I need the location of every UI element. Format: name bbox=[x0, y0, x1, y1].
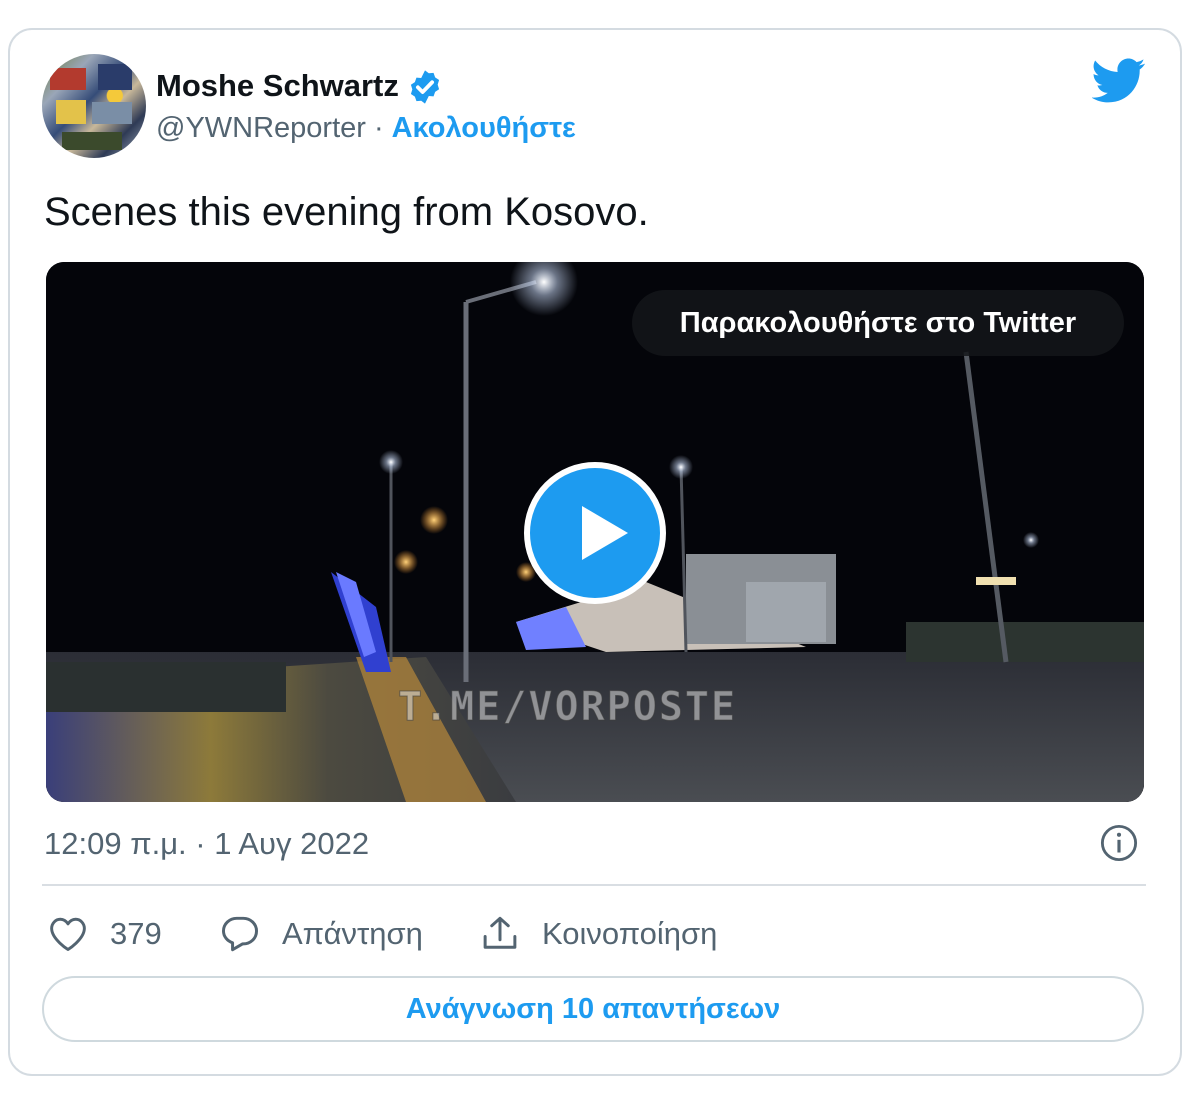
author-name[interactable]: Moshe Schwartz bbox=[156, 68, 399, 104]
tweet-timestamp[interactable]: 12:09 π.μ. · 1 Αυγ 2022 bbox=[44, 826, 369, 862]
share-icon bbox=[483, 916, 517, 949]
verified-badge-icon bbox=[410, 70, 440, 104]
play-icon bbox=[582, 506, 628, 560]
share-action[interactable]: Κοινοποίηση bbox=[480, 912, 717, 956]
like-count: 379 bbox=[110, 916, 162, 951]
twitter-bird-icon[interactable] bbox=[1092, 58, 1146, 104]
author-handle[interactable]: @YWNReporter bbox=[156, 112, 366, 144]
like-action[interactable]: 379 bbox=[48, 912, 162, 956]
separator-dot: · bbox=[373, 112, 384, 144]
follow-link[interactable]: Ακολουθήστε bbox=[392, 112, 576, 144]
share-label: Κοινοποίηση bbox=[542, 916, 718, 951]
reply-action[interactable]: Απάντηση bbox=[220, 912, 423, 956]
author-handle-row: @YWNReporter · Ακολουθήστε bbox=[156, 112, 576, 145]
info-icon[interactable] bbox=[1100, 824, 1138, 862]
heart-icon bbox=[50, 917, 86, 952]
play-button[interactable] bbox=[524, 462, 666, 604]
avatar[interactable] bbox=[42, 54, 146, 158]
tweet-text: Scenes this evening from Kosovo. bbox=[44, 190, 649, 234]
video-watermark: T.ME/VORPOSTE bbox=[397, 684, 738, 731]
reply-label: Απάντηση bbox=[282, 916, 423, 951]
read-replies-button[interactable]: Ανάγνωση 10 απαντήσεων bbox=[42, 976, 1144, 1042]
watch-on-twitter-button[interactable]: Παρακολουθήστε στο Twitter bbox=[632, 290, 1124, 356]
reply-icon bbox=[221, 916, 259, 952]
divider bbox=[42, 884, 1146, 886]
